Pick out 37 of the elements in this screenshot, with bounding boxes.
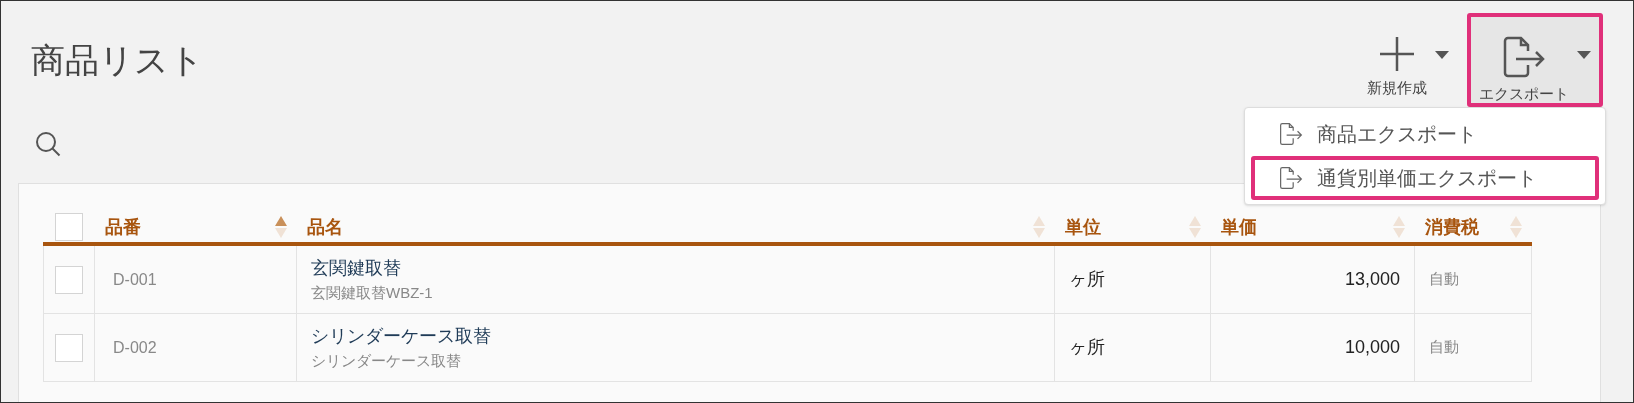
table-cell-text: ヶ所 <box>1069 336 1105 359</box>
export-icon <box>1279 166 1303 190</box>
menu-item[interactable]: 商品エクスポート <box>1251 112 1599 156</box>
table-cell-text: 10,000 <box>1344 336 1400 359</box>
search-icon[interactable] <box>35 131 61 157</box>
column-header[interactable]: 品番 <box>105 213 141 241</box>
export-button[interactable]: エクスポート <box>1467 13 1603 107</box>
product-subname: シリンダーケース取替 <box>311 350 462 371</box>
column-header[interactable]: 品名 <box>307 213 343 241</box>
column-header[interactable]: 単価 <box>1221 213 1257 241</box>
table-cell-text: D-002 <box>113 337 157 358</box>
sort-icon[interactable] <box>1033 215 1045 239</box>
table-cell-text: 自動 <box>1429 337 1459 358</box>
export-icon <box>1502 35 1546 79</box>
checkbox[interactable] <box>55 265 83 294</box>
page-title: 商品リスト <box>31 40 204 81</box>
table-cell-text: ヶ所 <box>1069 268 1105 291</box>
column-header[interactable]: 単位 <box>1065 213 1101 241</box>
sort-icon[interactable] <box>275 215 287 239</box>
menu-item[interactable]: 通貨別単価エクスポート <box>1251 156 1599 200</box>
sort-icon[interactable] <box>1189 215 1201 239</box>
caret-icon <box>1435 51 1449 59</box>
product-name-link[interactable]: シリンダーケース取替 <box>311 322 1040 350</box>
sort-icon[interactable] <box>1393 215 1405 239</box>
checkbox[interactable] <box>55 333 83 362</box>
table-cell-text: 自動 <box>1429 269 1459 290</box>
plus-icon <box>1378 35 1416 73</box>
product-name-link[interactable]: 玄関鍵取替 <box>311 254 1040 282</box>
table-cell-text: 13,000 <box>1344 268 1400 291</box>
export-icon <box>1279 122 1303 146</box>
new-button[interactable]: 新規作成 <box>1355 13 1461 107</box>
column-header[interactable]: 消費税 <box>1425 213 1479 241</box>
caret-icon <box>1577 51 1591 59</box>
table-cell-text: D-001 <box>113 269 157 290</box>
product-subname: 玄関鍵取替WBZ-1 <box>311 282 434 303</box>
checkbox[interactable] <box>55 213 83 241</box>
sort-icon[interactable] <box>1510 215 1522 239</box>
